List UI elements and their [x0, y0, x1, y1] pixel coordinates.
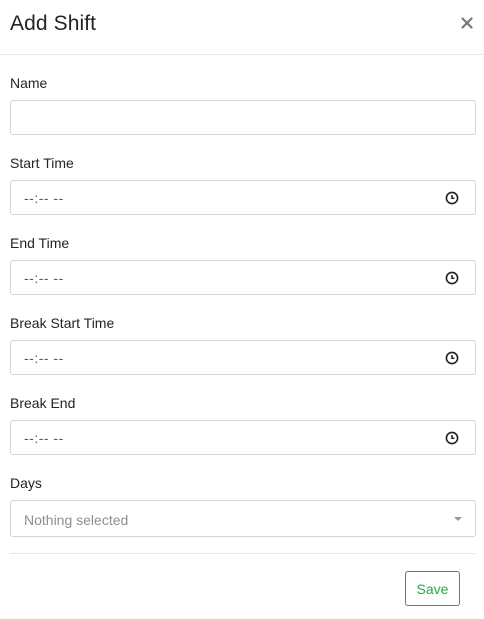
end-time-group: End Time --:-- -- — [10, 234, 476, 295]
start-time-value: --:-- -- — [24, 190, 64, 206]
start-time-group: Start Time --:-- -- — [10, 154, 476, 215]
days-select[interactable]: Nothing selected — [10, 500, 476, 537]
break-end-input[interactable]: --:-- -- — [10, 420, 476, 455]
days-select-value: Nothing selected — [24, 512, 129, 528]
clock-icon[interactable] — [445, 351, 459, 365]
break-start-time-input[interactable]: --:-- -- — [10, 340, 476, 375]
break-end-label: Break End — [10, 395, 76, 411]
start-time-input[interactable]: --:-- -- — [10, 180, 476, 215]
add-shift-modal: Add Shift Name Start Time --:-- -- End T… — [0, 0, 484, 619]
name-label: Name — [10, 75, 48, 91]
name-group: Name — [10, 74, 476, 135]
end-time-input[interactable]: --:-- -- — [10, 260, 476, 295]
start-time-label: Start Time — [10, 155, 74, 171]
name-input[interactable] — [10, 100, 476, 135]
modal-title: Add Shift — [10, 12, 97, 35]
clock-icon[interactable] — [445, 191, 459, 205]
caret-down-icon — [454, 517, 462, 521]
modal-footer: Save — [10, 553, 476, 619]
end-time-label: End Time — [10, 235, 70, 251]
close-button[interactable] — [458, 12, 476, 34]
days-group: Days Nothing selected — [10, 474, 476, 537]
clock-icon[interactable] — [445, 271, 459, 285]
end-time-value: --:-- -- — [24, 270, 64, 286]
modal-header: Add Shift — [0, 0, 484, 55]
break-end-value: --:-- -- — [24, 430, 64, 446]
break-start-time-label: Break Start Time — [10, 315, 115, 331]
break-end-group: Break End --:-- -- — [10, 394, 476, 455]
close-icon — [461, 17, 473, 29]
break-start-time-value: --:-- -- — [24, 350, 64, 366]
save-button[interactable]: Save — [405, 571, 460, 606]
break-start-time-group: Break Start Time --:-- -- — [10, 314, 476, 375]
days-label: Days — [10, 475, 42, 491]
clock-icon[interactable] — [445, 431, 459, 445]
